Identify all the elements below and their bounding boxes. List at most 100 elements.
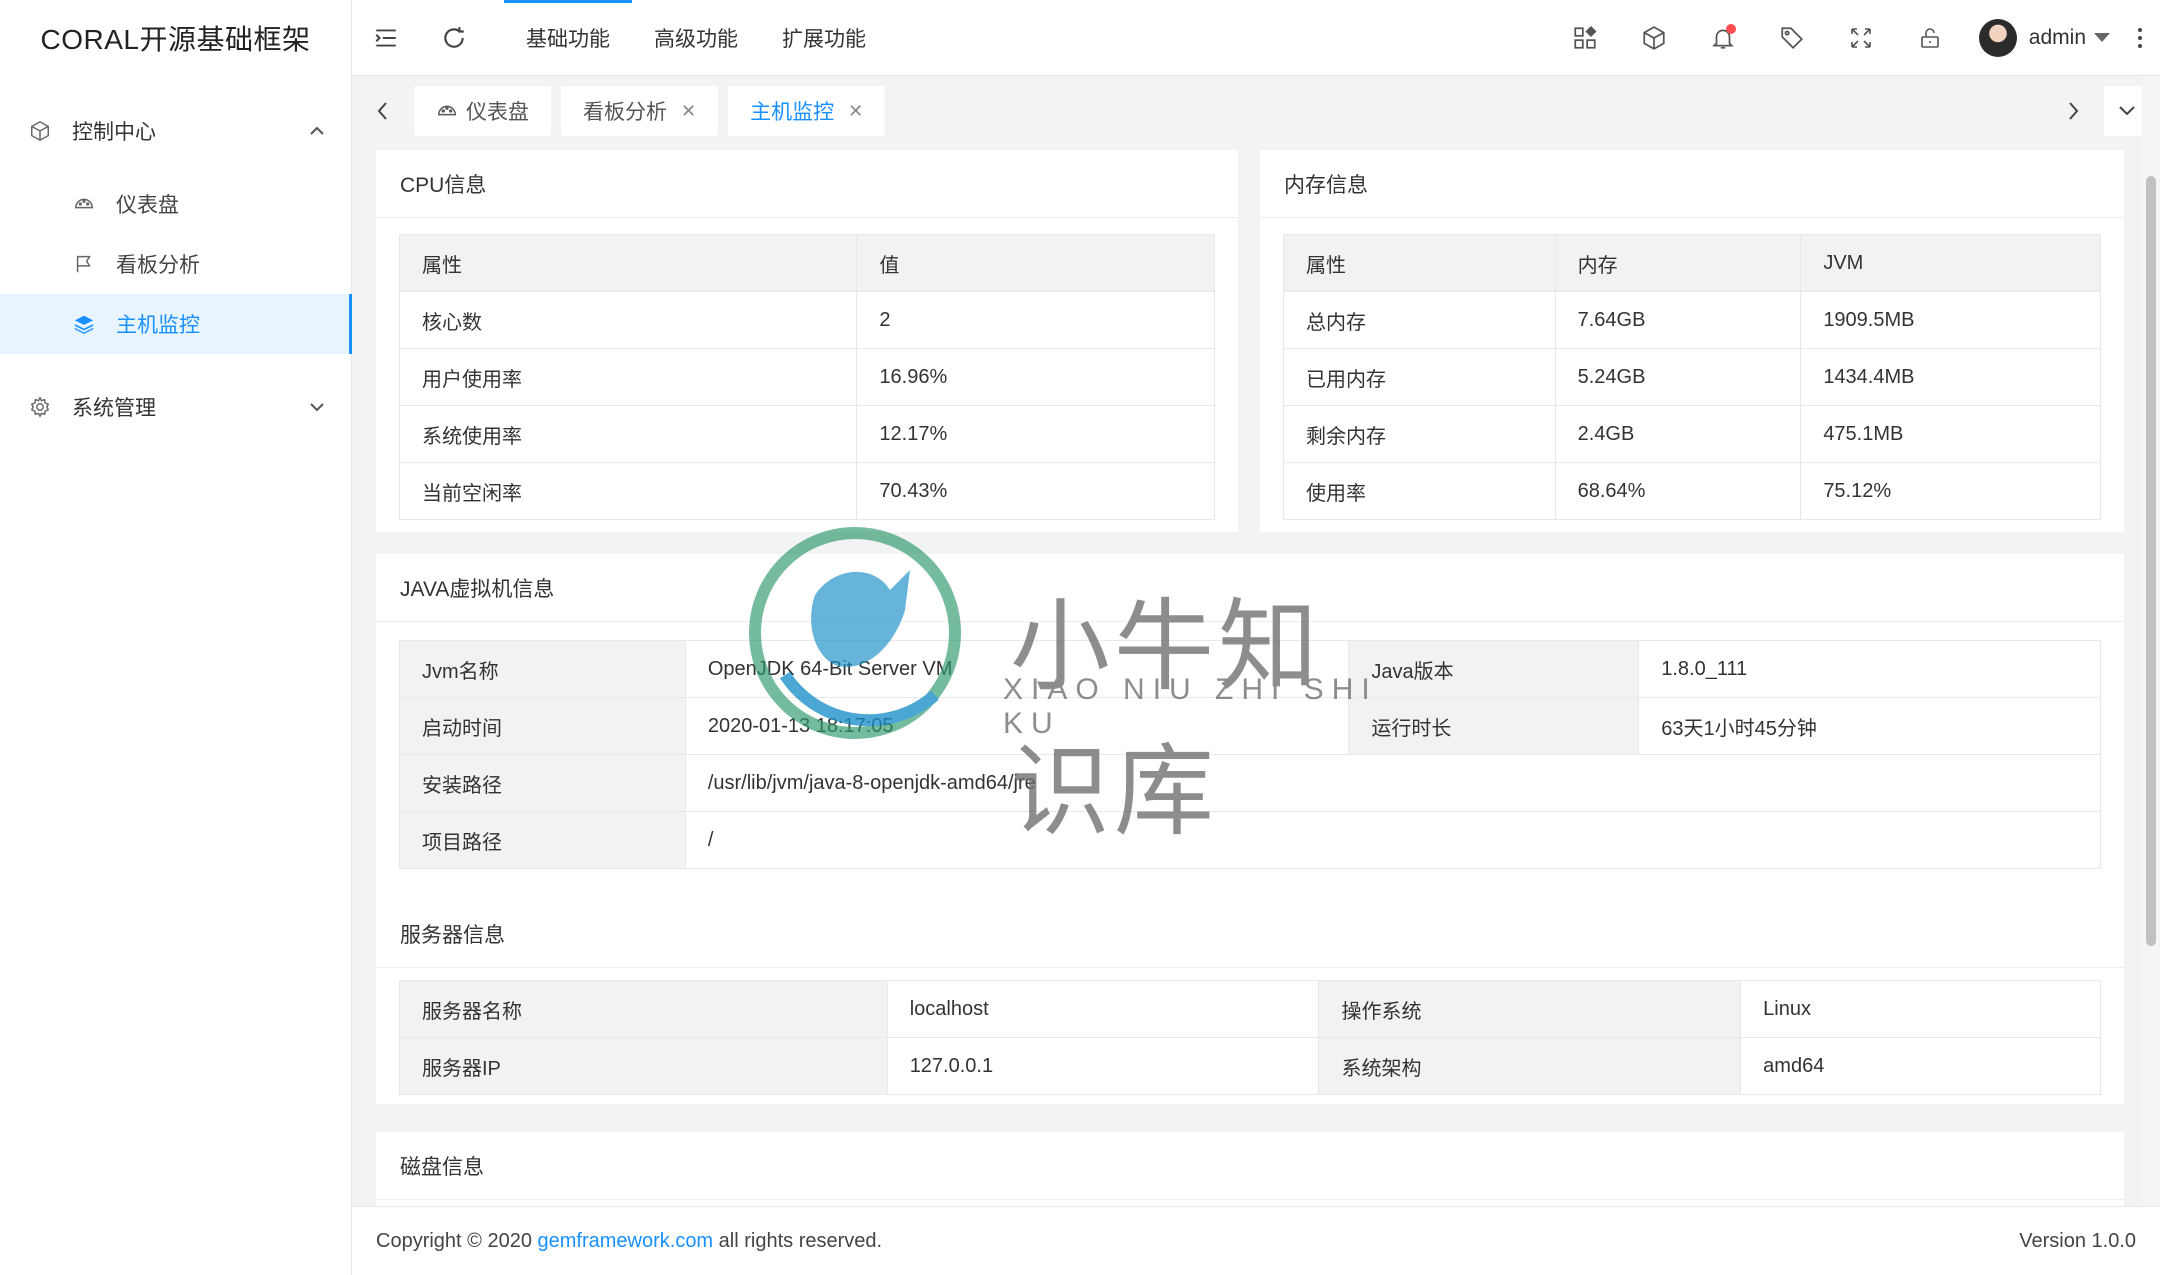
table-label: 运行时长 <box>1348 697 1640 755</box>
tab-dashboard[interactable]: 仪表盘 <box>414 86 551 136</box>
table-cell: 当前空闲率 <box>398 462 858 520</box>
table-header-row: 属性 值 <box>398 234 1215 292</box>
table-row: 启动时间 2020-01-13 18:17:05 运行时长 63天1小时45分钟 <box>399 697 2101 755</box>
table-cell: 已用内存 <box>1283 348 1556 406</box>
table-row: 剩余内存 2.4GB 475.1MB <box>1283 405 2101 463</box>
bell-icon[interactable] <box>1689 0 1758 76</box>
tab-scroll-right-icon[interactable] <box>2042 76 2104 146</box>
column-header: 内存 <box>1554 234 1802 292</box>
user-menu[interactable]: admin <box>1965 0 2120 76</box>
table-cell: 75.12% <box>1800 462 2101 520</box>
memory-card: 内存信息 属性 内存 JVM 总内存 7.64GB 1909.5MB 已用内存 … <box>1260 150 2124 532</box>
layers-icon <box>72 312 96 336</box>
sidebar-group-label: 系统管理 <box>72 397 156 420</box>
refresh-icon[interactable] <box>420 0 488 76</box>
tab-host-monitor[interactable]: 主机监控 ✕ <box>728 86 886 136</box>
table-row: 已用内存 5.24GB 1434.4MB <box>1283 348 2101 406</box>
table-cell: 127.0.0.1 <box>886 1037 1320 1095</box>
close-icon[interactable]: ✕ <box>681 101 696 122</box>
table-cell: 核心数 <box>398 291 858 349</box>
table-cell: 总内存 <box>1283 291 1556 349</box>
jvm-table: Jvm名称 OpenJDK 64-Bit Server VM Java版本 1.… <box>399 640 2102 869</box>
card-title: 内存信息 <box>1260 150 2124 218</box>
table-cell: / <box>684 811 2102 869</box>
nav-basic[interactable]: 基础功能 <box>504 0 632 76</box>
memory-table: 属性 内存 JVM 总内存 7.64GB 1909.5MB 已用内存 5.24G… <box>1283 234 2101 520</box>
table-row: Jvm名称 OpenJDK 64-Bit Server VM Java版本 1.… <box>399 640 2101 698</box>
table-row: 系统使用率 12.17% <box>398 405 1215 463</box>
apps-icon[interactable] <box>1551 0 1620 76</box>
close-icon[interactable]: ✕ <box>848 101 863 122</box>
gear-icon <box>28 395 52 419</box>
tab-board-analysis[interactable]: 看板分析 ✕ <box>561 86 719 136</box>
disk-card: 磁盘信息 <box>376 1132 2124 1206</box>
sidebar-group-system-management[interactable]: 系统管理 <box>0 364 351 450</box>
sidebar-item-label: 看板分析 <box>116 254 200 277</box>
sidebar-item-label: 主机监控 <box>116 314 200 337</box>
table-label: 启动时间 <box>399 697 686 755</box>
table-cell: 63天1小时45分钟 <box>1638 697 2101 755</box>
tabs-bar: 仪表盘 看板分析 ✕ 主机监控 ✕ <box>352 76 2160 146</box>
tab-label: 主机监控 <box>750 101 835 124</box>
nav-advanced[interactable]: 高级功能 <box>632 0 760 76</box>
footer-link[interactable]: gemframework.com <box>538 1230 714 1253</box>
tab-label: 仪表盘 <box>466 101 529 124</box>
table-header-row: 属性 内存 JVM <box>1283 234 2101 292</box>
scrollbar[interactable] <box>2142 76 2160 1206</box>
card-title: 服务器信息 <box>376 900 2124 968</box>
table-label: 安装路径 <box>399 754 686 812</box>
table-cell: 5.24GB <box>1554 348 1802 406</box>
table-label: 服务器名称 <box>399 980 888 1038</box>
version-label: Version 1.0.0 <box>2019 1229 2136 1252</box>
package-icon[interactable] <box>1620 0 1689 76</box>
lock-icon[interactable] <box>1896 0 1965 76</box>
fullscreen-icon[interactable] <box>1827 0 1896 76</box>
card-title: JAVA虚拟机信息 <box>376 554 2124 622</box>
table-label: Jvm名称 <box>399 640 686 698</box>
table-row: 核心数 2 <box>398 291 1215 349</box>
caret-down-icon <box>2094 33 2110 42</box>
table-label: Java版本 <box>1348 640 1640 698</box>
table-cell: 2 <box>856 291 1215 349</box>
header-actions: admin <box>1551 0 2160 76</box>
column-header: 属性 <box>1283 234 1556 292</box>
sidebar-item-board-analysis[interactable]: 看板分析 <box>0 234 351 294</box>
server-card: 服务器信息 服务器名称 localhost 操作系统 Linux 服务器IP 1… <box>376 900 2124 1104</box>
table-cell: 剩余内存 <box>1283 405 1556 463</box>
card-title: 磁盘信息 <box>376 1132 2124 1200</box>
table-label: 系统架构 <box>1318 1037 1742 1095</box>
sidebar-group-control-center[interactable]: 控制中心 <box>0 88 351 174</box>
column-header: JVM <box>1800 234 2101 292</box>
table-row: 当前空闲率 70.43% <box>398 462 1215 520</box>
chevron-up-icon <box>307 121 327 141</box>
top-header: 基础功能 高级功能 扩展功能 admin <box>352 0 2160 76</box>
tab-scroll-left-icon[interactable] <box>352 76 414 146</box>
table-cell: 12.17% <box>856 405 1215 463</box>
table-cell: 1.8.0_111 <box>1638 640 2101 698</box>
table-row: 使用率 68.64% 75.12% <box>1283 462 2101 520</box>
dashboard-icon <box>72 192 96 216</box>
sidebar-item-host-monitor[interactable]: 主机监控 <box>0 294 352 354</box>
footer: Copyright © 2020 gemframework.com all ri… <box>352 1206 2160 1275</box>
tag-icon[interactable] <box>1758 0 1827 76</box>
table-cell: 1434.4MB <box>1800 348 2101 406</box>
scrollbar-thumb[interactable] <box>2146 176 2156 946</box>
nav-extended[interactable]: 扩展功能 <box>760 0 888 76</box>
username: admin <box>2028 25 2086 49</box>
table-row: 项目路径 / <box>399 811 2102 869</box>
table-cell: 475.1MB <box>1800 405 2101 463</box>
sidebar: CORAL开源基础框架 控制中心 仪表盘 看板分析 主机监控 系统管理 <box>0 0 352 1275</box>
table-cell: localhost <box>886 980 1320 1038</box>
table-cell: 1909.5MB <box>1800 291 2101 349</box>
main-content: CPU信息 属性 值 核心数 2 用户使用率 16.96% 系统使用率 12.1… <box>352 146 2142 1206</box>
table-cell: 68.64% <box>1554 462 1802 520</box>
table-cell: 2020-01-13 18:17:05 <box>684 697 1350 755</box>
sidebar-group-label: 控制中心 <box>72 121 156 144</box>
menu-toggle-icon[interactable] <box>352 0 420 76</box>
sidebar-item-dashboard[interactable]: 仪表盘 <box>0 174 351 234</box>
more-vertical-icon[interactable] <box>2120 0 2160 76</box>
table-cell: 用户使用率 <box>398 348 858 406</box>
table-cell: 7.64GB <box>1554 291 1802 349</box>
cpu-card: CPU信息 属性 值 核心数 2 用户使用率 16.96% 系统使用率 12.1… <box>376 150 1238 532</box>
sidebar-item-label: 仪表盘 <box>116 194 179 217</box>
